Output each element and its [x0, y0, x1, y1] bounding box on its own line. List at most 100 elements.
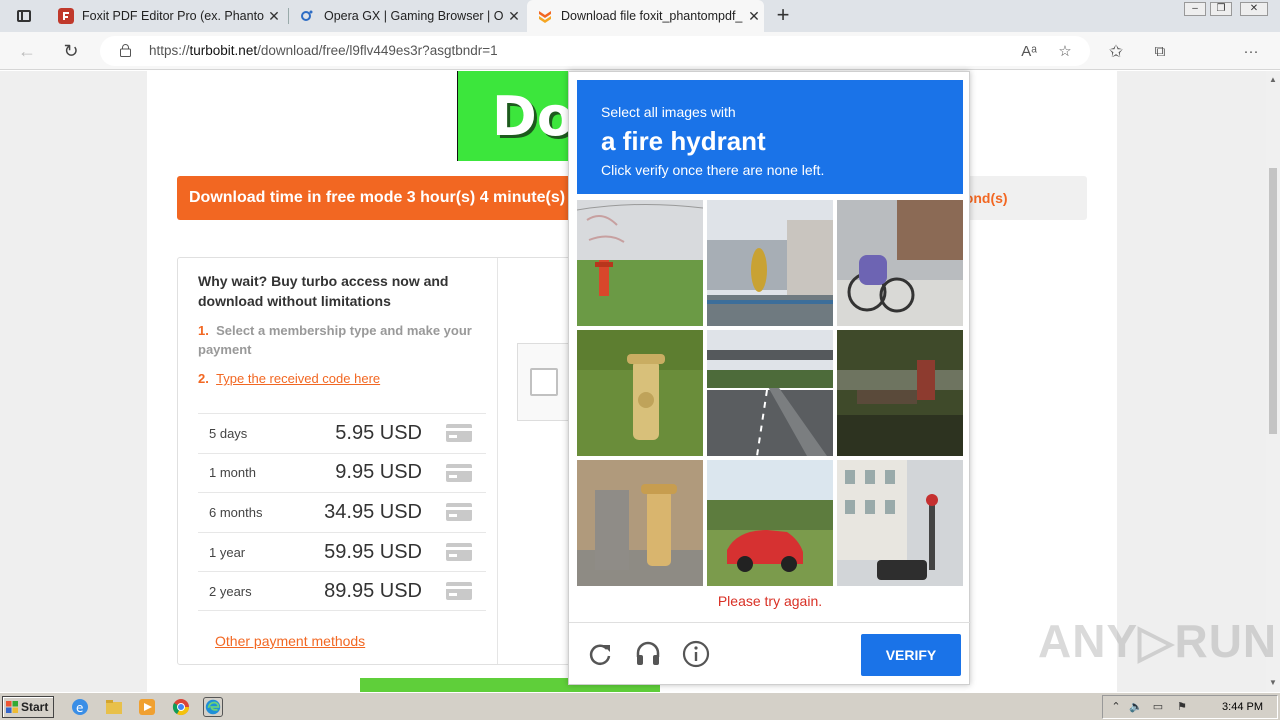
buy-title: Why wait? Buy turbo access now and downl… — [198, 273, 449, 309]
instruction-sub: Click verify once there are none left. — [601, 162, 825, 178]
image-tile[interactable] — [837, 200, 963, 326]
image-tile[interactable] — [577, 200, 703, 326]
image-grid — [577, 200, 963, 586]
windows-logo-icon — [6, 701, 18, 713]
credit-card-icon[interactable] — [446, 424, 472, 443]
close-tab-icon[interactable]: ✕ — [744, 8, 764, 25]
tab-label: Opera GX | Gaming Browser | Op — [324, 9, 504, 23]
tab-label: Download file foxit_phantompdf_ — [561, 9, 743, 23]
challenge-header: Select all images with a fire hydrant Cl… — [577, 80, 963, 194]
info-icon[interactable] — [681, 639, 711, 669]
svg-text:e: e — [76, 701, 83, 715]
file-explorer-icon[interactable] — [104, 697, 124, 717]
step-1: 1. Select a membership type and make you… — [198, 323, 472, 357]
image-tile[interactable] — [707, 330, 833, 456]
action-center-flag-icon[interactable]: ⚑ — [1175, 700, 1189, 714]
received-code-link[interactable]: Type the received code here — [216, 371, 380, 386]
banner-text: Do — [492, 85, 574, 148]
favorites-icon[interactable]: ✩ — [1105, 41, 1127, 63]
network-icon[interactable]: ▭ — [1151, 700, 1165, 714]
lock-icon — [120, 44, 131, 57]
image-tile[interactable] — [707, 200, 833, 326]
chrome-icon[interactable] — [171, 697, 191, 717]
close-tab-icon[interactable]: ✕ — [264, 8, 284, 25]
close-window-icon[interactable]: ✕ — [1240, 2, 1268, 16]
verify-button[interactable]: VERIFY — [861, 634, 961, 676]
price-amount: 34.95 USD — [324, 500, 422, 523]
price-row[interactable]: 1 month 9.95 USD — [198, 452, 486, 493]
opera-gx-favicon-icon — [301, 10, 313, 21]
instruction-target: a fire hydrant — [601, 126, 766, 156]
start-label: Start — [21, 700, 49, 714]
scroll-thumb[interactable] — [1269, 168, 1277, 434]
image-tile[interactable] — [577, 460, 703, 586]
tab-label: Foxit PDF Editor Pro (ex. Phantom — [82, 9, 264, 23]
more-menu-icon[interactable]: ··· — [1240, 41, 1262, 63]
price-row[interactable]: 1 year 59.95 USD — [198, 531, 486, 572]
url-field[interactable]: https://turbobit.net/download/free/l9flv… — [100, 36, 1090, 66]
price-amount: 9.95 USD — [335, 461, 422, 484]
refresh-icon[interactable]: ↻ — [58, 39, 84, 63]
price-duration: 5 days — [209, 425, 248, 441]
collections-icon[interactable]: ⧉ — [1149, 41, 1171, 63]
image-tile[interactable] — [837, 330, 963, 456]
credit-card-icon[interactable] — [446, 503, 472, 522]
clock[interactable]: 3:44 PM — [1222, 701, 1263, 713]
scroll-up-icon[interactable]: ▲ — [1266, 73, 1280, 87]
price-amount: 59.95 USD — [324, 540, 422, 563]
price-duration: 1 year — [209, 544, 246, 560]
credit-card-icon[interactable] — [446, 543, 472, 562]
price-table: 5 days 5.95 USD 1 month 9.95 USD 6 month… — [198, 413, 486, 611]
error-message: Please try again. — [717, 593, 823, 609]
edge-icon[interactable] — [203, 697, 223, 717]
close-tab-icon[interactable]: ✕ — [504, 8, 524, 25]
tab-turbobit[interactable]: Download file foxit_phantompdf_ ✕ — [527, 0, 764, 32]
step-2: 2. Type the received code here — [198, 371, 381, 386]
volume-icon[interactable]: 🔈 — [1129, 700, 1143, 714]
price-amount: 5.95 USD — [335, 421, 422, 444]
price-row[interactable]: 5 days 5.95 USD — [198, 413, 486, 453]
price-amount: 89.95 USD — [324, 579, 422, 602]
credit-card-icon[interactable] — [446, 463, 472, 482]
recaptcha-challenge: Select all images with a fire hydrant Cl… — [568, 71, 971, 686]
start-button[interactable]: Start — [2, 696, 54, 718]
price-row[interactable]: 2 years 89.95 USD — [198, 571, 486, 611]
tab-bar: Foxit PDF Editor Pro (ex. Phantom ✕ Oper… — [0, 0, 1280, 32]
tab-foxit[interactable]: Foxit PDF Editor Pro (ex. Phantom ✕ — [48, 0, 284, 32]
media-player-icon[interactable] — [137, 697, 157, 717]
add-favorite-icon[interactable]: ☆ — [1054, 41, 1076, 63]
image-tile[interactable] — [577, 330, 703, 456]
page-scrollbar[interactable]: ▲ ▼ — [1266, 71, 1280, 692]
challenge-footer: VERIFY — [569, 622, 971, 686]
taskbar: Start e ⌃ 🔈 ▭ ⚑ 3:44 PM — [0, 692, 1280, 720]
credit-card-icon[interactable] — [446, 582, 472, 601]
show-hidden-icons-icon[interactable]: ⌃ — [1109, 700, 1123, 714]
turbobit-favicon-icon — [539, 11, 551, 23]
turbo-access-box: Why wait? Buy turbo access now and downl… — [177, 257, 617, 665]
recaptcha-checkbox[interactable] — [530, 368, 558, 396]
restore-icon[interactable]: ❐ — [1210, 2, 1232, 16]
foxit-favicon-icon — [58, 8, 74, 24]
image-tile[interactable] — [707, 460, 833, 586]
other-payment-methods-link[interactable]: Other payment methods — [215, 633, 365, 649]
new-tab-button[interactable]: + — [772, 4, 794, 28]
audio-challenge-icon[interactable] — [633, 639, 663, 669]
read-aloud-icon[interactable]: A͏ᵃ — [1018, 41, 1040, 63]
reload-icon[interactable] — [585, 639, 615, 669]
scroll-down-icon[interactable]: ▼ — [1266, 676, 1280, 690]
internet-explorer-icon[interactable]: e — [70, 697, 90, 717]
url-text: https://turbobit.net/download/free/l9flv… — [149, 43, 498, 58]
tab-divider — [288, 8, 289, 24]
turbo-access-pricing: Why wait? Buy turbo access now and downl… — [178, 258, 498, 664]
timer-text: Download time in free mode 3 hour(s) 4 m… — [177, 176, 577, 220]
price-row[interactable]: 6 months 34.95 USD — [198, 492, 486, 532]
image-tile[interactable] — [837, 460, 963, 586]
minimize-icon[interactable]: – — [1184, 2, 1206, 16]
price-duration: 2 years — [209, 583, 252, 599]
anyrun-watermark: ANY▷RUN — [1038, 615, 1278, 667]
back-icon[interactable]: ← — [14, 39, 40, 63]
price-duration: 6 months — [209, 504, 263, 520]
system-tray: ⌃ 🔈 ▭ ⚑ 3:44 PM — [1102, 695, 1278, 719]
tab-opera-gx[interactable]: Opera GX | Gaming Browser | Op ✕ — [290, 0, 524, 32]
tab-actions-menu-icon[interactable] — [10, 6, 38, 26]
